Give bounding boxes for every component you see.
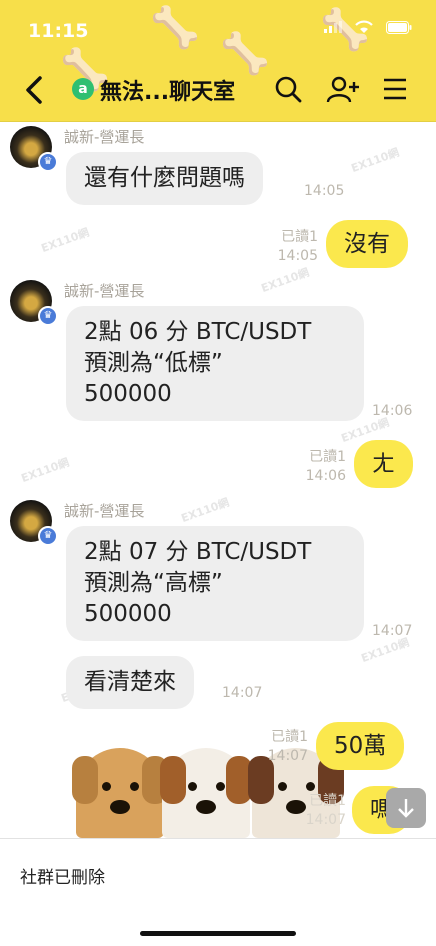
arrow-down-icon: [398, 799, 414, 818]
incoming-message[interactable]: 2點 07 分 BTC/USDT 預測為“高標” 500000: [66, 526, 364, 641]
message-line: 看清楚來: [84, 669, 176, 695]
community-deleted-notice: 社群已刪除: [20, 868, 105, 888]
scroll-to-bottom-button[interactable]: [386, 788, 426, 828]
open-chat-icon: a: [72, 78, 94, 100]
message-line: 500000: [84, 601, 172, 627]
status-bar: 11:15: [28, 18, 412, 46]
battery-icon: [386, 20, 412, 34]
message-line: 2點 07 分 BTC/USDT: [84, 539, 312, 565]
puppy-icon: [160, 748, 252, 838]
read-receipt: 已讀1: [309, 449, 346, 465]
outgoing-message[interactable]: 沒有: [326, 220, 408, 268]
message-time: 14:06: [372, 403, 413, 419]
outgoing-message[interactable]: ㄤ: [354, 440, 413, 488]
watermark: EX110網: [39, 225, 91, 256]
sender-name: 誠新-營運長: [64, 128, 145, 146]
watermark: EX110網: [19, 455, 71, 486]
puppy-icon: [72, 748, 168, 838]
message-line: 2點 06 分 BTC/USDT: [84, 319, 312, 345]
message-time: 14:05: [304, 183, 345, 199]
wifi-icon: [355, 20, 373, 33]
message-time: 14:06: [305, 468, 346, 484]
message-line: 500000: [84, 381, 172, 407]
message-meta: 已讀1 14:07: [258, 728, 308, 766]
message-time: 14:05: [277, 248, 318, 264]
message-line: 預測為“高標”: [84, 570, 223, 596]
message-time: 14:07: [267, 748, 308, 764]
avatar[interactable]: ♛: [10, 280, 58, 326]
avatar[interactable]: ♛: [10, 126, 58, 172]
read-receipt: 已讀1: [281, 229, 318, 245]
crown-badge-icon: ♛: [38, 152, 58, 172]
bottom-notice-bar: 社群已刪除: [0, 838, 436, 946]
incoming-message[interactable]: 看清楚來: [66, 656, 194, 709]
watermark: EX110網: [349, 145, 401, 176]
chat-room-title[interactable]: 無法...聊天室: [100, 74, 235, 106]
outgoing-message[interactable]: 50萬: [316, 722, 405, 770]
add-friend-icon[interactable]: [326, 74, 360, 104]
home-indicator[interactable]: [140, 931, 296, 936]
search-icon[interactable]: [273, 74, 303, 104]
crown-badge-icon: ♛: [38, 526, 58, 546]
sender-name: 誠新-營運長: [64, 502, 145, 520]
avatar[interactable]: ♛: [10, 500, 58, 546]
watermark: EX110網: [179, 495, 231, 526]
watermark: EX110網: [259, 265, 311, 296]
menu-icon[interactable]: [380, 74, 410, 104]
message-meta: 已讀1 14:05: [268, 228, 318, 266]
message-time: 14:07: [372, 623, 413, 639]
message-line: 預測為“低標”: [84, 350, 223, 376]
message-time: 14:07: [305, 812, 346, 828]
sender-name: 誠新-營運長: [64, 282, 145, 300]
chat-toolbar: a 無法...聊天室: [0, 72, 436, 108]
chat-header: 🦴 🦴 🦴 🦴 11:15 a 無法...聊天室: [0, 0, 436, 122]
crown-badge-icon: ♛: [38, 306, 58, 326]
message-meta: 已讀1 14:06: [296, 448, 346, 486]
signal-icon: [324, 21, 342, 33]
incoming-message[interactable]: 2點 06 分 BTC/USDT 預測為“低標” 500000: [66, 306, 364, 421]
back-arrow-icon[interactable]: [20, 74, 50, 106]
message-line: 還有什麼問題嗎: [84, 165, 245, 191]
message-time: 14:07: [222, 685, 263, 701]
read-receipt: 已讀1: [309, 793, 346, 809]
message-meta: 已讀1 14:07: [296, 792, 346, 830]
incoming-message[interactable]: 還有什麼問題嗎: [66, 152, 263, 205]
status-time: 11:15: [28, 20, 89, 42]
read-receipt: 已讀1: [271, 729, 308, 745]
chat-message-list[interactable]: EX110網 EX110網 EX110網 EX110網 EX110網 EX110…: [0, 122, 436, 838]
